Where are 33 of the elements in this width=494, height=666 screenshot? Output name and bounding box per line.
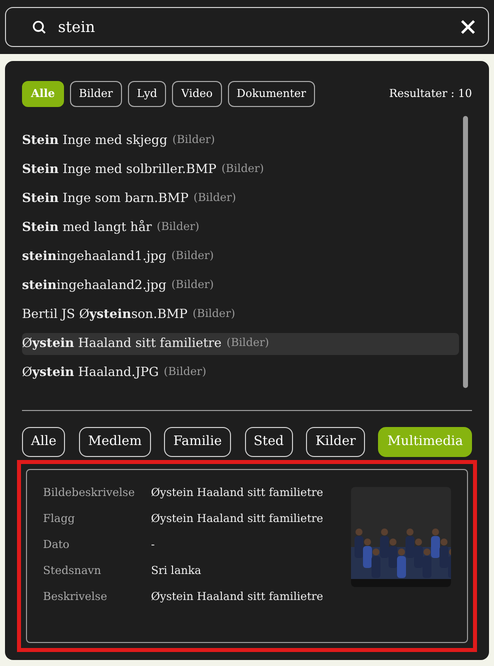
search-icon bbox=[31, 19, 47, 35]
result-item[interactable]: Stein Inge som barn.BMP (Bilder) bbox=[22, 188, 459, 210]
filter-chip[interactable]: Video bbox=[172, 81, 222, 107]
category-tab[interactable]: Medlem bbox=[79, 427, 151, 457]
field-label: Beskrivelse bbox=[43, 588, 108, 605]
category-tab[interactable]: Sted bbox=[244, 427, 293, 457]
result-item[interactable]: Øystein Haaland sitt familietre (Bilder) bbox=[22, 332, 459, 354]
close-icon[interactable] bbox=[461, 20, 475, 34]
field-value: Øystein Haaland sitt familietre bbox=[151, 484, 324, 501]
search-field[interactable]: stein bbox=[5, 7, 489, 47]
filter-chip[interactable]: Bilder bbox=[70, 81, 122, 107]
field-value: Sri lanka bbox=[151, 562, 202, 579]
result-item[interactable]: Stein Inge med solbriller.BMP (Bilder) bbox=[22, 158, 459, 180]
scrollbar[interactable] bbox=[463, 116, 468, 388]
category-tab[interactable]: Kilder bbox=[306, 427, 365, 457]
field-label: Bildebeskrivelse bbox=[43, 484, 136, 501]
field-value: Øystein Haaland sitt familietre bbox=[151, 510, 324, 527]
field-label: Flagg bbox=[43, 510, 76, 527]
category-tab[interactable]: Alle bbox=[22, 427, 66, 457]
field-label: Stedsnavn bbox=[43, 562, 102, 579]
result-item[interactable]: steiningehaaland1.jpg (Bilder) bbox=[22, 246, 459, 268]
field-label: Dato bbox=[43, 536, 70, 553]
filter-chip[interactable]: Dokumenter bbox=[228, 81, 316, 107]
filter-chip[interactable]: Lyd bbox=[128, 81, 166, 107]
result-item[interactable]: Øystein Haaland.JPG (Bilder) bbox=[22, 362, 459, 384]
result-count: Resultater : 10 bbox=[389, 86, 472, 102]
category-tab[interactable]: Familie bbox=[164, 427, 231, 457]
result-item[interactable]: Stein Inge med skjegg (Bilder) bbox=[22, 130, 459, 152]
field-value: Øystein Haaland sitt familietre bbox=[151, 588, 324, 605]
result-item[interactable]: steiningehaaland2.jpg (Bilder) bbox=[22, 274, 459, 296]
result-item[interactable]: Bertil JS Øysteinson.BMP (Bilder) bbox=[22, 304, 459, 326]
field-value: - bbox=[151, 536, 155, 553]
result-item[interactable]: Stein med langt hår (Bilder) bbox=[22, 216, 459, 238]
